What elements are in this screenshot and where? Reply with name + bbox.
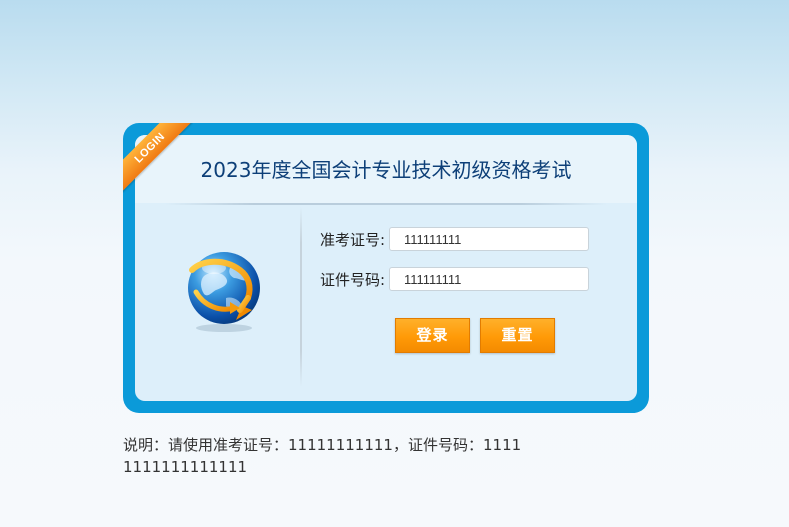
id-number-input[interactable] xyxy=(389,267,589,291)
login-ribbon: LOGIN xyxy=(123,123,193,193)
login-button[interactable]: 登录 xyxy=(395,318,470,353)
page-title: 2023年度全国会计专业技术初级资格考试 xyxy=(200,158,572,182)
title-area: 2023年度全国会计专业技术初级资格考试 xyxy=(135,135,637,203)
title-divider xyxy=(165,203,607,205)
ticket-number-row: 准考证号: xyxy=(313,227,593,251)
ticket-number-label: 准考证号: xyxy=(319,231,385,249)
login-panel-frame: 2023年度全国会计专业技术初级资格考试 准考证号: 111111111 证件号… xyxy=(123,123,649,413)
login-panel: 2023年度全国会计专业技术初级资格考试 准考证号: 111111111 证件号… xyxy=(135,135,637,401)
reset-button[interactable]: 重置 xyxy=(480,318,555,353)
id-number-row: 证件号码: xyxy=(313,267,593,291)
id-number-label: 证件号码: xyxy=(319,271,385,289)
login-ribbon-label: LOGIN xyxy=(123,123,193,193)
globe-arrow-icon xyxy=(182,248,266,332)
ticket-number-input[interactable] xyxy=(389,227,589,251)
vertical-divider xyxy=(300,207,302,387)
instruction-note: 说明：请使用准考证号：11111111111，证件号码：111111111111… xyxy=(123,436,522,476)
